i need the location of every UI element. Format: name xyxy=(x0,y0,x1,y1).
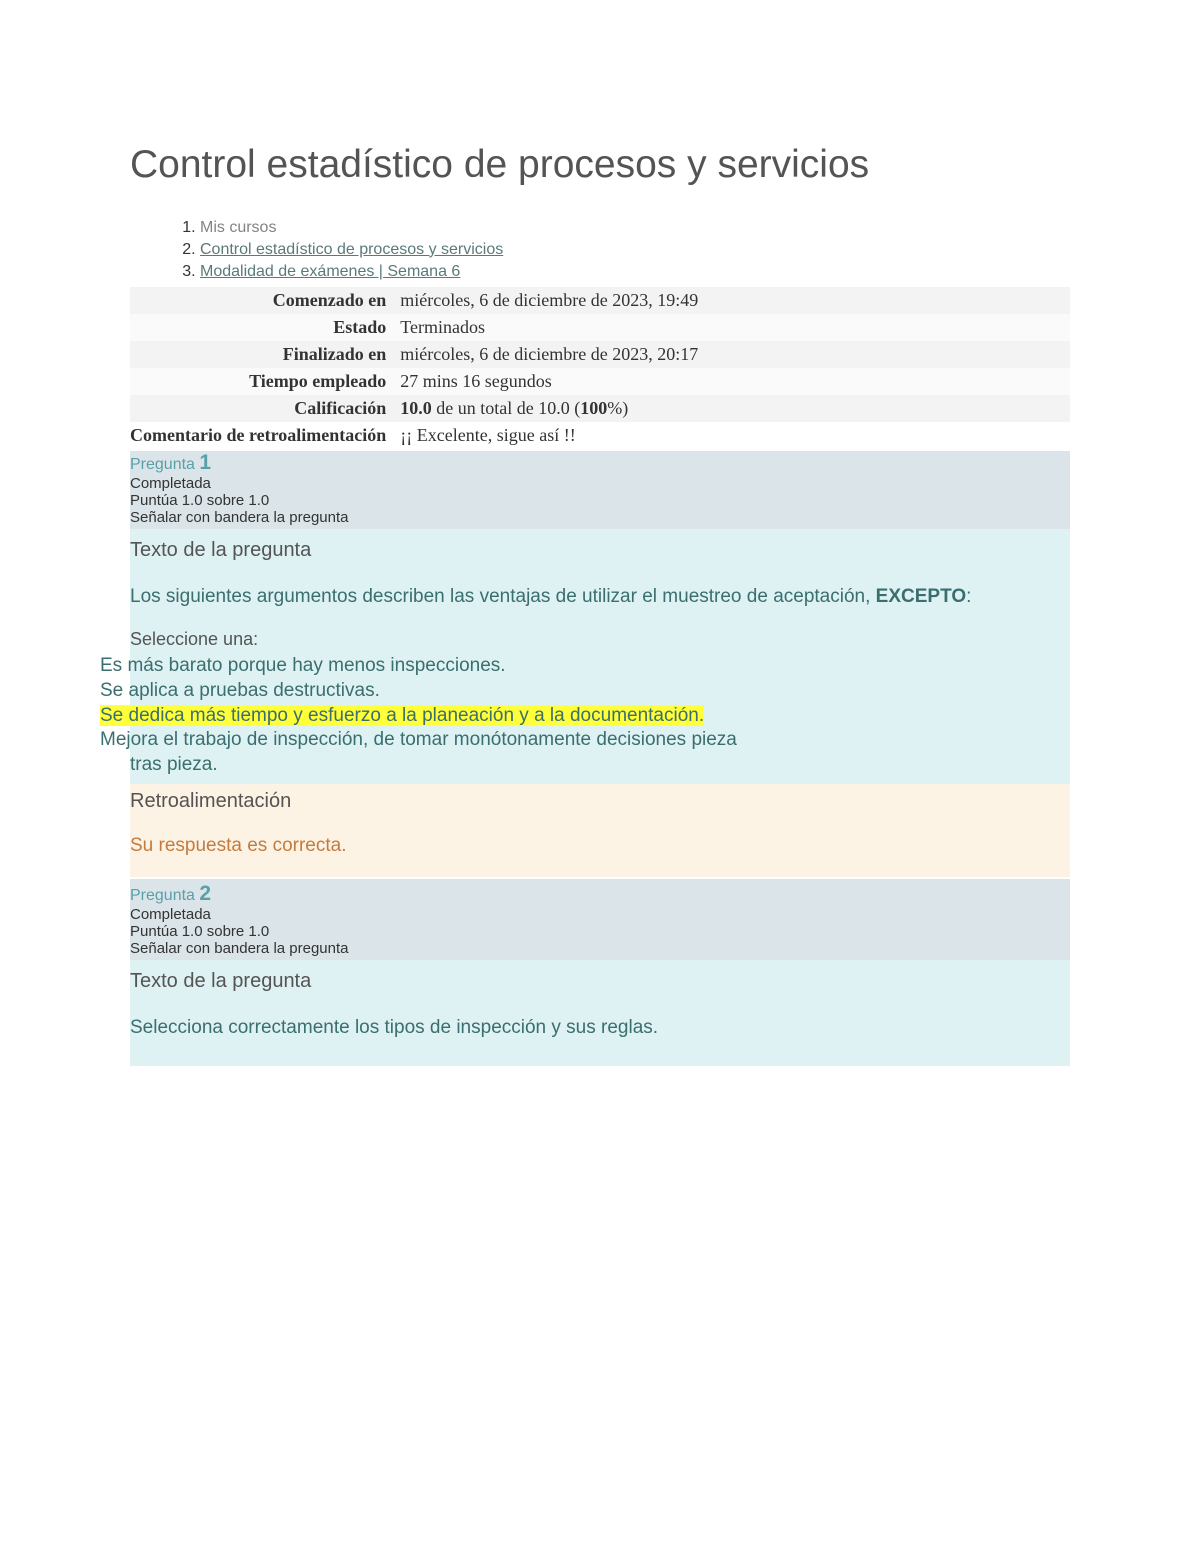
question-state: Completada xyxy=(130,475,211,492)
answer-highlight: Se dedica más tiempo y esfuerzo a la pla… xyxy=(100,705,704,726)
summary-label: Estado xyxy=(130,314,392,341)
question-label: Pregunta xyxy=(130,456,199,473)
question-body: Texto de la pregunta Los siguientes argu… xyxy=(130,529,1070,784)
question-number: 2 xyxy=(199,882,211,905)
breadcrumb: Mis cursos Control estadístico de proces… xyxy=(130,219,1070,281)
summary-value: Terminados xyxy=(392,314,1070,341)
page-title: Control estadístico de procesos y servic… xyxy=(130,140,1070,191)
qtext-pre: Los siguientes argumentos describen las … xyxy=(130,586,876,607)
answer-option[interactable]: Se aplica a pruebas destructivas. xyxy=(100,679,1070,704)
summary-label: Comentario de retroalimentación xyxy=(130,422,392,449)
summary-value: ¡¡ Excelente, sigue así !! xyxy=(392,422,1070,449)
breadcrumb-item-course: Control estadístico de procesos y servic… xyxy=(200,241,1070,259)
grade-close: %) xyxy=(607,398,628,418)
summary-label: Finalizado en xyxy=(130,341,392,368)
question-header: Pregunta 1 Completada Puntúa 1.0 sobre 1… xyxy=(130,451,1070,529)
question-header: Pregunta 2 Completada Puntúa 1.0 sobre 1… xyxy=(130,879,1070,960)
answer-option-selected[interactable]: Se dedica más tiempo y esfuerzo a la pla… xyxy=(100,704,1070,729)
table-row: Comenzado en miércoles, 6 de diciembre d… xyxy=(130,287,1070,314)
table-row-feedback: Comentario de retroalimentación ¡¡ Excel… xyxy=(130,422,1070,449)
question-1: Pregunta 1 Completada Puntúa 1.0 sobre 1… xyxy=(130,451,1070,877)
breadcrumb-item-section: Modalidad de exámenes | Semana 6 xyxy=(200,263,1070,281)
question-mark: Puntúa 1.0 sobre 1.0 xyxy=(130,492,269,509)
question-text-heading: Texto de la pregunta xyxy=(130,970,1070,993)
answer-option-cont: tras pieza. xyxy=(100,753,1070,778)
table-row-grade: Calificación 10.0 de un total de 10.0 (1… xyxy=(130,395,1070,422)
breadcrumb-link-section[interactable]: Modalidad de exámenes | Semana 6 xyxy=(200,263,460,280)
table-row: Finalizado en miércoles, 6 de diciembre … xyxy=(130,341,1070,368)
summary-value: miércoles, 6 de diciembre de 2023, 19:49 xyxy=(392,287,1070,314)
feedback-block: Retroalimentación Su respuesta es correc… xyxy=(130,784,1070,877)
answer-option[interactable]: Es más barato porque hay menos inspeccio… xyxy=(100,654,1070,679)
attempt-summary-table: Comenzado en miércoles, 6 de diciembre d… xyxy=(130,287,1070,449)
feedback-text: Su respuesta es correcta. xyxy=(130,835,1070,857)
select-one-label: Seleccione una: xyxy=(130,629,1070,650)
answers-list: Es más barato porque hay menos inspeccio… xyxy=(100,654,1070,777)
qtext-bold: EXCEPTO xyxy=(876,586,966,607)
summary-label: Calificación xyxy=(130,395,392,422)
summary-value-grade: 10.0 de un total de 10.0 (100%) xyxy=(392,395,1070,422)
summary-value: 27 mins 16 segundos xyxy=(392,368,1070,395)
table-row: Estado Terminados xyxy=(130,314,1070,341)
question-mark: Puntúa 1.0 sobre 1.0 xyxy=(130,923,269,940)
qtext-post: : xyxy=(966,586,971,607)
question-flag[interactable]: Señalar con bandera la pregunta xyxy=(130,940,349,957)
breadcrumb-item-mycourses: Mis cursos xyxy=(200,219,1070,237)
summary-label: Comenzado en xyxy=(130,287,392,314)
summary-value: miércoles, 6 de diciembre de 2023, 20:17 xyxy=(392,341,1070,368)
question-text-heading: Texto de la pregunta xyxy=(130,539,1070,562)
answer-option[interactable]: Mejora el trabajo de inspección, de toma… xyxy=(100,728,1070,753)
question-body: Texto de la pregunta Selecciona correcta… xyxy=(130,960,1070,1067)
question-text: Los siguientes argumentos describen las … xyxy=(130,584,1070,610)
grade-pct: 100 xyxy=(580,398,607,418)
question-state: Completada xyxy=(130,906,211,923)
question-2: Pregunta 2 Completada Puntúa 1.0 sobre 1… xyxy=(130,879,1070,1067)
question-flag[interactable]: Señalar con bandera la pregunta xyxy=(130,509,349,526)
question-label: Pregunta xyxy=(130,887,199,904)
grade-earned: 10.0 xyxy=(400,398,432,418)
feedback-heading: Retroalimentación xyxy=(130,790,1070,813)
summary-label: Tiempo empleado xyxy=(130,368,392,395)
question-text: Selecciona correctamente los tipos de in… xyxy=(130,1015,1070,1041)
breadcrumb-label: Mis cursos xyxy=(200,219,276,236)
table-row: Tiempo empleado 27 mins 16 segundos xyxy=(130,368,1070,395)
grade-of: de un total de 10.0 ( xyxy=(432,398,580,418)
question-number: 1 xyxy=(199,451,211,474)
breadcrumb-link-course[interactable]: Control estadístico de procesos y servic… xyxy=(200,241,503,258)
